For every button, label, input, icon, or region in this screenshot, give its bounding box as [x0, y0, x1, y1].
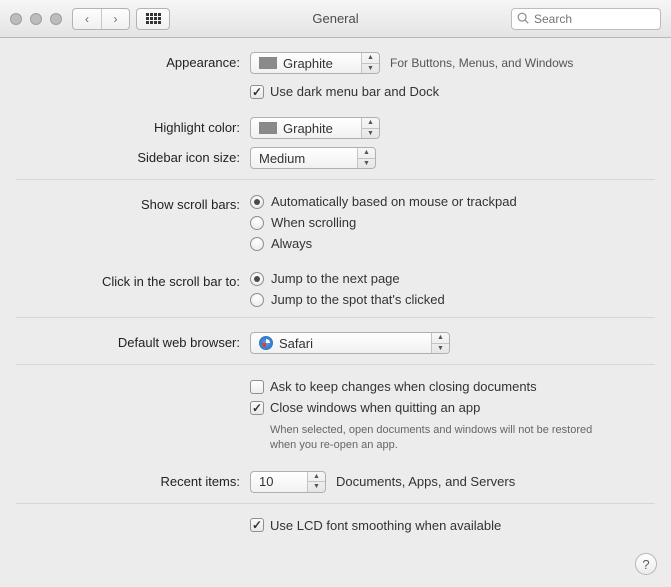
scrollbars-scrolling-label: When scrolling [271, 215, 356, 230]
scrollbars-label: Show scroll bars: [16, 194, 250, 212]
titlebar: ‹ › General [0, 0, 671, 38]
scrollbars-always-label: Always [271, 236, 312, 251]
window-controls [10, 13, 62, 25]
sidebar-label: Sidebar icon size: [16, 147, 250, 165]
highlight-label: Highlight color: [16, 117, 250, 135]
stepper-icon: ▲▼ [361, 53, 379, 73]
recent-label: Recent items: [16, 471, 250, 489]
recent-items-select[interactable]: 10 ▲▼ [250, 471, 326, 493]
forward-button[interactable]: › [101, 9, 129, 29]
zoom-window[interactable] [50, 13, 62, 25]
help-icon: ? [642, 557, 649, 572]
sidebar-size-value: Medium [259, 151, 305, 166]
recent-items-value: 10 [259, 474, 273, 489]
divider [16, 317, 655, 318]
back-button[interactable]: ‹ [73, 9, 101, 29]
clickscroll-label: Click in the scroll bar to: [16, 271, 250, 289]
divider [16, 503, 655, 504]
stepper-icon: ▲▼ [361, 118, 379, 138]
ask-changes-checkbox[interactable] [250, 380, 264, 394]
lcd-smoothing-checkbox[interactable] [250, 518, 264, 532]
nav-segmented: ‹ › [72, 8, 130, 30]
browser-select[interactable]: Safari ▲▼ [250, 332, 450, 354]
sidebar-size-select[interactable]: Medium ▲▼ [250, 147, 376, 169]
graphite-swatch [259, 122, 277, 134]
clickscroll-spot-radio[interactable] [250, 293, 264, 307]
graphite-swatch [259, 57, 277, 69]
highlight-select[interactable]: Graphite ▲▼ [250, 117, 380, 139]
browser-value: Safari [279, 336, 313, 351]
close-windows-checkbox[interactable] [250, 401, 264, 415]
chevron-left-icon: ‹ [85, 12, 89, 26]
divider [16, 179, 655, 180]
stepper-icon: ▲▼ [431, 333, 449, 353]
clickscroll-page-label: Jump to the next page [271, 271, 400, 286]
scrollbars-always-radio[interactable] [250, 237, 264, 251]
safari-icon [259, 336, 273, 350]
preferences-content: Appearance: Graphite ▲▼ For Buttons, Men… [0, 38, 671, 551]
minimize-window[interactable] [30, 13, 42, 25]
close-windows-label: Close windows when quitting an app [270, 400, 480, 415]
dark-menu-checkbox[interactable] [250, 85, 264, 99]
close-window[interactable] [10, 13, 22, 25]
dark-menu-label: Use dark menu bar and Dock [270, 84, 439, 99]
ask-changes-label: Ask to keep changes when closing documen… [270, 379, 537, 394]
appearance-hint: For Buttons, Menus, and Windows [390, 56, 573, 70]
show-all-button[interactable] [136, 8, 170, 30]
divider [16, 364, 655, 365]
chevron-right-icon: › [114, 12, 118, 26]
scrollbars-auto-label: Automatically based on mouse or trackpad [271, 194, 517, 209]
stepper-icon: ▲▼ [307, 472, 325, 492]
appearance-select[interactable]: Graphite ▲▼ [250, 52, 380, 74]
search-icon [516, 11, 530, 25]
scrollbars-auto-radio[interactable] [250, 195, 264, 209]
clickscroll-spot-label: Jump to the spot that's clicked [271, 292, 445, 307]
search-input[interactable] [511, 8, 661, 30]
scrollbars-scrolling-radio[interactable] [250, 216, 264, 230]
grid-icon [146, 13, 161, 24]
clickscroll-page-radio[interactable] [250, 272, 264, 286]
lcd-smoothing-label: Use LCD font smoothing when available [270, 518, 501, 533]
recent-suffix: Documents, Apps, and Servers [336, 474, 515, 489]
close-windows-hint: When selected, open documents and window… [270, 423, 600, 453]
browser-label: Default web browser: [16, 332, 250, 350]
search-field-wrap [511, 8, 661, 30]
stepper-icon: ▲▼ [357, 148, 375, 168]
appearance-value: Graphite [283, 56, 333, 71]
help-button[interactable]: ? [635, 553, 657, 575]
appearance-label: Appearance: [16, 52, 250, 70]
highlight-value: Graphite [283, 121, 333, 136]
